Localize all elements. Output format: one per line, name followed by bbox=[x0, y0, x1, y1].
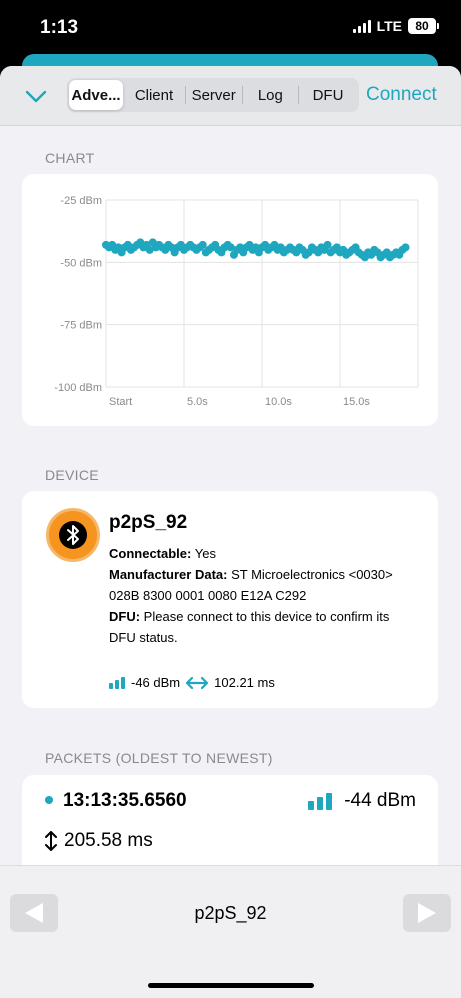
manufacturer-label: Manufacturer Data: bbox=[109, 567, 228, 582]
x-tick-label: 15.0s bbox=[343, 396, 370, 408]
chevron-down-icon[interactable] bbox=[24, 84, 48, 108]
signal-icon bbox=[352, 19, 371, 33]
tab-advertising[interactable]: Adve... bbox=[69, 80, 123, 110]
y-tick-label: -75 dBm bbox=[60, 320, 102, 332]
network-label: LTE bbox=[376, 18, 402, 34]
triangle-right-icon bbox=[418, 903, 436, 923]
interval-arrows-icon bbox=[186, 676, 209, 689]
packet-interval: 205.58 ms bbox=[44, 830, 153, 852]
status-indicators: LTE 80 bbox=[352, 18, 439, 34]
y-tick-label: -25 dBm bbox=[60, 195, 102, 207]
connect-button[interactable]: Connect bbox=[366, 84, 437, 106]
bottom-device-name: p2pS_92 bbox=[194, 903, 267, 923]
segmented-control: Adve... Client Server Log DFU bbox=[67, 78, 359, 112]
bluetooth-icon bbox=[46, 508, 100, 562]
status-time: 1:13 bbox=[40, 17, 79, 38]
connectable-value: Yes bbox=[194, 546, 216, 561]
home-indicator bbox=[148, 983, 314, 988]
device-name: p2pS_92 bbox=[109, 512, 188, 533]
signal-strength-icon bbox=[308, 792, 333, 810]
packet-interval-value: 205.58 ms bbox=[64, 830, 153, 851]
x-tick-label: Start bbox=[109, 396, 132, 408]
x-tick-label: 10.0s bbox=[265, 396, 292, 408]
status-bar: 1:13 LTE 80 bbox=[0, 0, 461, 54]
connectable-label: Connectable: bbox=[109, 546, 192, 561]
chart-card: -25 dBm -50 dBm -75 dBm -100 dBm Start 5.0s 10… bbox=[22, 174, 438, 426]
battery-icon: 80 bbox=[408, 18, 439, 34]
navbar: Adve... Client Server Log DFU Connect bbox=[0, 66, 461, 126]
device-info: Connectable: Yes Manufacturer Data: ST M… bbox=[109, 543, 419, 648]
battery-level: 80 bbox=[408, 18, 436, 34]
tab-log[interactable]: Log bbox=[242, 80, 298, 110]
y-tick-label: -100 dBm bbox=[54, 382, 102, 394]
packet-dot bbox=[45, 796, 53, 804]
packet-rssi-value: -44 dBm bbox=[344, 790, 416, 811]
packet-rssi: -44 dBm bbox=[308, 790, 416, 812]
data-point bbox=[198, 240, 207, 249]
packet-time: 13:13:35.6560 bbox=[63, 790, 187, 811]
y-tick-label: -50 dBm bbox=[60, 257, 102, 269]
x-tick-label: 5.0s bbox=[187, 396, 208, 408]
data-point bbox=[401, 243, 410, 252]
signal-strength-icon bbox=[109, 676, 125, 689]
device-section-header: DEVICE bbox=[45, 467, 99, 483]
vertical-arrows-icon bbox=[45, 831, 57, 851]
device-stats: -46 dBm 102.21 ms bbox=[109, 675, 275, 690]
tab-server[interactable]: Server bbox=[186, 80, 242, 110]
rssi-chart: -25 dBm -50 dBm -75 dBm -100 dBm Start 5.0s 10… bbox=[54, 195, 419, 408]
dfu-value: Please connect to this device to confirm… bbox=[109, 609, 390, 645]
tab-client[interactable]: Client bbox=[123, 80, 185, 110]
device-card: p2pS_92 Connectable: Yes Manufacturer Da… bbox=[22, 491, 438, 708]
device-rssi: -46 dBm bbox=[131, 675, 181, 690]
next-device-button[interactable] bbox=[403, 894, 451, 932]
dfu-label: DFU: bbox=[109, 609, 141, 624]
device-interval: 102.21 ms bbox=[214, 675, 275, 690]
bottom-toolbar: p2pS_92 bbox=[0, 865, 461, 998]
device-detail-sheet: Adve... Client Server Log DFU Connect CH… bbox=[0, 66, 461, 998]
tab-dfu[interactable]: DFU bbox=[299, 80, 357, 110]
chart-section-header: CHART bbox=[45, 150, 95, 166]
packets-section-header: PACKETS (OLDEST TO NEWEST) bbox=[45, 750, 273, 766]
data-point bbox=[323, 240, 332, 249]
